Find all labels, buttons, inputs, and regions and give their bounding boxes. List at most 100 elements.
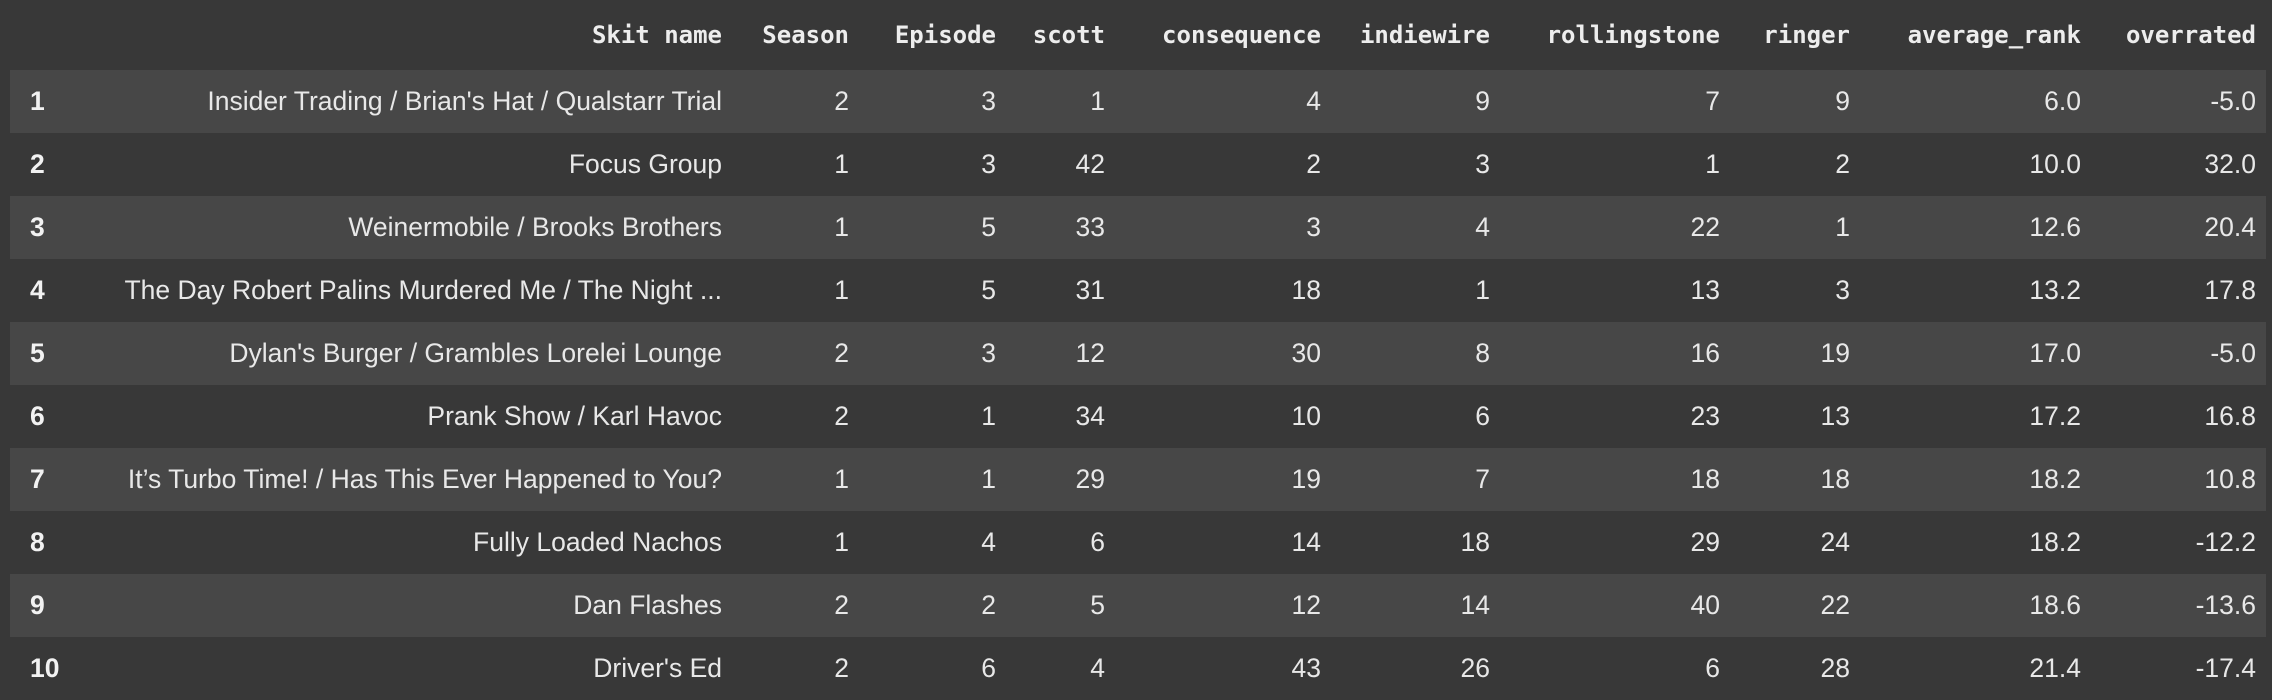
cell-overrated: -12.2 [2195, 527, 2256, 557]
row-index: 8 [30, 527, 45, 557]
cell-rollingstone: 1 [1705, 149, 1720, 179]
cell-season: 2 [834, 338, 849, 368]
cell-rollingstone: 18 [1690, 464, 1720, 494]
cell-scott: 4 [1090, 653, 1105, 683]
dataframe-table: Skit name Season Episode scott consequen… [10, 0, 2266, 700]
row-index: 9 [30, 590, 45, 620]
row-index: 2 [30, 149, 45, 179]
row-index: 4 [30, 275, 45, 305]
cell-scott: 6 [1090, 527, 1105, 557]
cell-overrated: -5.0 [2210, 86, 2256, 116]
cell-average-rank: 10.0 [2029, 149, 2081, 179]
cell-ringer: 19 [1820, 338, 1850, 368]
cell-average-rank: 18.6 [2029, 590, 2081, 620]
cell-season: 2 [834, 590, 849, 620]
cell-scott: 12 [1075, 338, 1105, 368]
cell-episode: 5 [981, 275, 996, 305]
cell-episode: 4 [981, 527, 996, 557]
cell-ringer: 28 [1820, 653, 1850, 683]
cell-consequence: 30 [1291, 338, 1321, 368]
cell-overrated: 10.8 [2204, 464, 2256, 494]
cell-indiewire: 4 [1475, 212, 1490, 242]
header-row: Skit name Season Episode scott consequen… [10, 0, 2266, 70]
cell-indiewire: 3 [1475, 149, 1490, 179]
cell-scott: 5 [1090, 590, 1105, 620]
cell-season: 1 [834, 149, 849, 179]
cell-season: 1 [834, 527, 849, 557]
cell-overrated: -13.6 [2195, 590, 2256, 620]
cell-indiewire: 7 [1475, 464, 1490, 494]
cell-episode: 5 [981, 212, 996, 242]
cell-average-rank: 18.2 [2029, 527, 2081, 557]
table-body: 1 Insider Trading / Brian's Hat / Qualsta… [10, 70, 2266, 700]
cell-rollingstone: 6 [1705, 653, 1720, 683]
cell-consequence: 43 [1291, 653, 1321, 683]
cell-skit-name: Dan Flashes [573, 590, 722, 620]
table-row: 5 Dylan's Burger / Grambles Lorelei Loung… [10, 322, 2266, 385]
row-index: 6 [30, 401, 45, 431]
cell-overrated: -17.4 [2195, 653, 2256, 683]
cell-average-rank: 6.0 [2044, 86, 2081, 116]
row-index: 1 [30, 86, 45, 116]
cell-ringer: 1 [1835, 212, 1850, 242]
cell-indiewire: 1 [1475, 275, 1490, 305]
cell-consequence: 19 [1291, 464, 1321, 494]
cell-rollingstone: 40 [1690, 590, 1720, 620]
cell-episode: 3 [981, 338, 996, 368]
cell-rollingstone: 7 [1705, 86, 1720, 116]
cell-ringer: 13 [1820, 401, 1850, 431]
cell-overrated: 17.8 [2204, 275, 2256, 305]
cell-indiewire: 26 [1460, 653, 1490, 683]
cell-season: 2 [834, 653, 849, 683]
cell-scott: 1 [1090, 86, 1105, 116]
column-header-season: Season [762, 21, 849, 49]
cell-scott: 29 [1075, 464, 1105, 494]
cell-season: 2 [834, 401, 849, 431]
cell-indiewire: 6 [1475, 401, 1490, 431]
column-header-ringer: ringer [1763, 21, 1850, 49]
column-header-average-rank: average_rank [1907, 21, 2081, 49]
table-row: 9 Dan Flashes 2 2 5 12 14 40 22 18.6 -13.6 [10, 574, 2266, 637]
table-row: 3 Weinermobile / Brooks Brothers 1 5 33 3 4 22 1… [10, 196, 2266, 259]
column-header-overrated: overrated [2125, 21, 2256, 49]
table-row: 4 The Day Robert Palins Murdered Me / The… [10, 259, 2266, 322]
table-row: 2 Focus Group 1 3 42 2 3 1 2 10.0 32.0 [10, 133, 2266, 196]
cell-consequence: 2 [1306, 149, 1321, 179]
table-header: Skit name Season Episode scott consequen… [10, 0, 2266, 70]
cell-episode: 3 [981, 149, 996, 179]
table-row: 1 Insider Trading / Brian's Hat / Qualsta… [10, 70, 2266, 133]
cell-consequence: 10 [1291, 401, 1321, 431]
cell-skit-name: Driver's Ed [593, 653, 722, 683]
cell-ringer: 22 [1820, 590, 1850, 620]
cell-season: 1 [834, 275, 849, 305]
cell-rollingstone: 13 [1690, 275, 1720, 305]
cell-rollingstone: 16 [1690, 338, 1720, 368]
cell-consequence: 3 [1306, 212, 1321, 242]
cell-season: 1 [834, 212, 849, 242]
cell-indiewire: 18 [1460, 527, 1490, 557]
cell-consequence: 4 [1306, 86, 1321, 116]
cell-skit-name: Insider Trading / Brian's Hat / Qualstar… [207, 86, 722, 116]
cell-ringer: 3 [1835, 275, 1850, 305]
column-header-episode: Episode [894, 21, 996, 49]
cell-average-rank: 12.6 [2029, 212, 2081, 242]
cell-indiewire: 8 [1475, 338, 1490, 368]
cell-ringer: 18 [1820, 464, 1850, 494]
cell-consequence: 12 [1291, 590, 1321, 620]
cell-average-rank: 17.0 [2029, 338, 2081, 368]
cell-skit-name: Weinermobile / Brooks Brothers [348, 212, 722, 242]
row-index: 3 [30, 212, 45, 242]
cell-rollingstone: 29 [1690, 527, 1720, 557]
cell-ringer: 9 [1835, 86, 1850, 116]
cell-ringer: 24 [1820, 527, 1850, 557]
column-header-consequence: consequence [1162, 21, 1321, 49]
cell-episode: 6 [981, 653, 996, 683]
cell-consequence: 18 [1291, 275, 1321, 305]
cell-overrated: 32.0 [2204, 149, 2256, 179]
cell-consequence: 14 [1291, 527, 1321, 557]
cell-episode: 3 [981, 86, 996, 116]
cell-skit-name: Fully Loaded Nachos [473, 527, 722, 557]
column-header-rollingstone: rollingstone [1546, 21, 1720, 49]
table-row: 8 Fully Loaded Nachos 1 4 6 14 18 29 24 18.2 -12.2 [10, 511, 2266, 574]
cell-overrated: 20.4 [2204, 212, 2256, 242]
